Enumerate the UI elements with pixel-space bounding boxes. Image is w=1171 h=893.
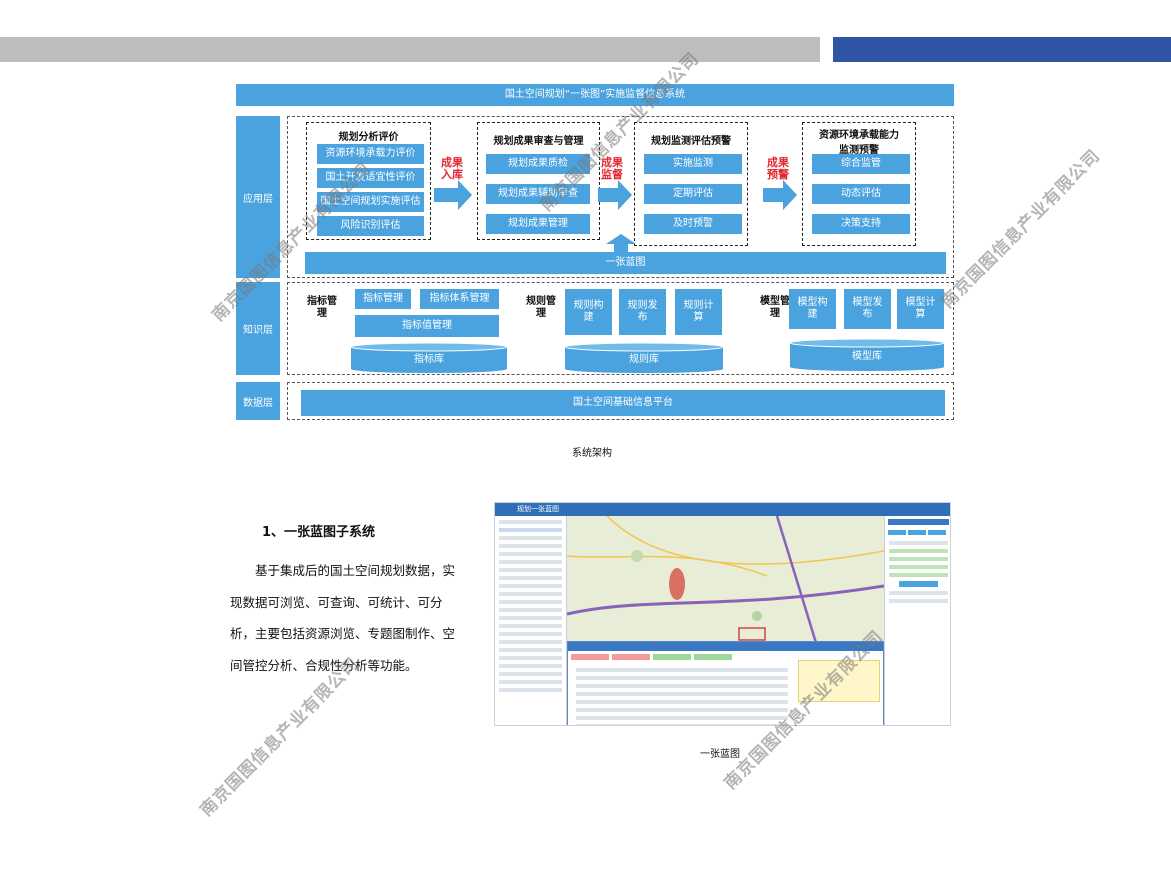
model-btn-2: 模型发布 bbox=[844, 289, 891, 329]
group-monitor-title: 规划监测评估预警 bbox=[651, 136, 731, 147]
up-arrow-icon bbox=[606, 234, 636, 254]
right-arrow-icon bbox=[434, 180, 472, 210]
right-arrow-icon bbox=[598, 180, 632, 210]
group-analysis-title: 规划分析评价 bbox=[338, 132, 399, 143]
rule-label: 规则管理 bbox=[526, 296, 556, 319]
model-btn-1: 模型构建 bbox=[789, 289, 836, 329]
box-analysis-1: 资源环境承载力评价 bbox=[317, 144, 424, 164]
box-monitor-2: 定期评估 bbox=[644, 184, 742, 204]
screenshot-app-title: 规划一张蓝图 bbox=[517, 505, 559, 513]
model-db-label: 模型库 bbox=[852, 351, 882, 362]
arrow-label-3: 成果预警 bbox=[767, 156, 789, 182]
box-monitor-3: 及时预警 bbox=[644, 214, 742, 234]
one-map-bar: 一张蓝图 bbox=[305, 252, 946, 274]
screenshot-map bbox=[566, 515, 885, 647]
box-analysis-4: 风险识别评估 bbox=[317, 216, 424, 236]
section-heading: 1、一张蓝图子系统 bbox=[262, 525, 376, 540]
screenshot-right-panel bbox=[884, 516, 950, 725]
rule-btn-1: 规则构建 bbox=[565, 289, 612, 335]
layer-data: 数据层 bbox=[236, 382, 280, 420]
box-capacity-2: 动态评估 bbox=[812, 184, 910, 204]
box-review-3: 规划成果管理 bbox=[486, 214, 590, 234]
map-icon bbox=[566, 515, 885, 647]
diagram-caption: 系统架构 bbox=[572, 448, 612, 459]
model-label: 模型管理 bbox=[760, 296, 790, 319]
box-capacity-1: 综合监管 bbox=[812, 154, 910, 174]
rule-btn-3: 规则计算 bbox=[675, 289, 722, 335]
screenshot-sidebar bbox=[495, 516, 567, 725]
indicator-btn-2: 指标体系管理 bbox=[420, 289, 499, 309]
indicator-label: 指标管理 bbox=[307, 296, 337, 319]
right-arrow-icon bbox=[763, 180, 797, 210]
group-review-title: 规划成果审查与管理 bbox=[493, 136, 584, 147]
box-monitor-1: 实施监测 bbox=[644, 154, 742, 174]
indicator-btn-3: 指标值管理 bbox=[355, 315, 499, 337]
screenshot-header: 规划一张蓝图 bbox=[495, 503, 950, 516]
watermark: 南京国图信息产业有限公司 bbox=[937, 145, 1105, 313]
indicator-db-label: 指标库 bbox=[414, 354, 444, 365]
rule-btn-2: 规则发布 bbox=[619, 289, 666, 335]
diagram-title: 国土空间规划“一张图”实施监督信息系统 bbox=[236, 84, 954, 106]
platform-bar: 国土空间基础信息平台 bbox=[301, 390, 945, 416]
box-capacity-3: 决策支持 bbox=[812, 214, 910, 234]
header-bar-blue bbox=[833, 37, 1171, 62]
arrow-label-1: 成果入库 bbox=[441, 156, 463, 182]
indicator-btn-1: 指标管理 bbox=[355, 289, 411, 309]
rule-db-label: 规则库 bbox=[629, 354, 659, 365]
group-capacity-title: 资源环境承载能力监测预警 bbox=[819, 130, 899, 156]
one-map-screenshot: 规划一张蓝图 bbox=[494, 502, 951, 726]
